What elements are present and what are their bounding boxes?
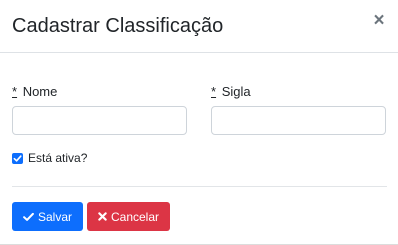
close-button[interactable]: × xyxy=(370,10,388,31)
save-button-label: Salvar xyxy=(37,209,72,224)
ativa-label: Está ativa? xyxy=(28,151,88,165)
save-button[interactable]: Salvar xyxy=(12,202,83,231)
sigla-label-text: Sigla xyxy=(221,84,251,99)
nome-required-marker: * xyxy=(12,84,18,99)
nome-label-text: Nome xyxy=(22,84,58,99)
nome-label: * Nome xyxy=(12,84,57,100)
sigla-label: * Sigla xyxy=(211,84,251,100)
checkmark-icon xyxy=(13,154,22,162)
footer-divider xyxy=(12,186,387,187)
cadastrar-classificacao-modal: Cadastrar Classificação × * Nome * Sigla… xyxy=(0,0,398,245)
cancel-button-label: Cancelar xyxy=(110,209,160,224)
sigla-input[interactable] xyxy=(211,106,386,135)
ativa-checkbox[interactable] xyxy=(12,152,23,164)
modal-title: Cadastrar Classificação xyxy=(12,15,224,37)
nome-input[interactable] xyxy=(12,106,187,135)
modal-header: Cadastrar Classificação × xyxy=(0,0,398,53)
sigla-required-marker: * xyxy=(211,84,217,99)
times-icon xyxy=(98,212,107,221)
ativa-checkbox-row: Está ativa? xyxy=(12,151,87,165)
close-icon: × xyxy=(373,10,385,31)
cancel-button[interactable]: Cancelar xyxy=(87,202,170,231)
check-icon xyxy=(23,212,34,222)
